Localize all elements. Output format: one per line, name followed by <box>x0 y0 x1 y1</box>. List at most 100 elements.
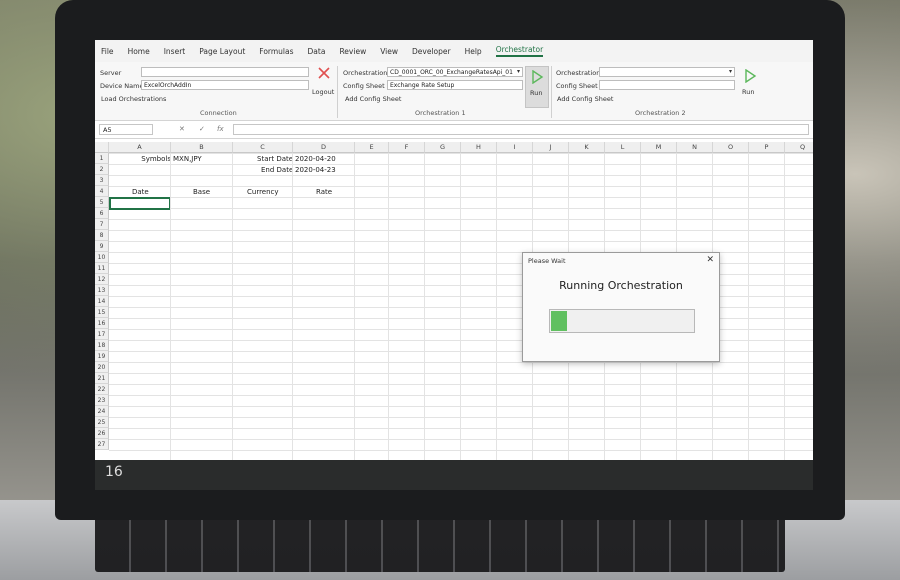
header-currency[interactable]: Currency <box>247 187 279 198</box>
column-gridline <box>460 153 461 460</box>
row-header-14[interactable]: 14 <box>95 296 109 307</box>
row-header-21[interactable]: 21 <box>95 373 109 384</box>
cell-d1-value[interactable]: 2020-04-20 <box>295 154 336 165</box>
column-header-l[interactable]: L <box>605 142 641 153</box>
select-all-corner[interactable] <box>95 142 109 153</box>
cell-c1-label[interactable]: Start Date <box>257 154 293 165</box>
tab-help[interactable]: Help <box>465 47 482 56</box>
row-header-27[interactable]: 27 <box>95 439 109 450</box>
background-window-strip: 16 <box>95 460 813 490</box>
row-header-16[interactable]: 16 <box>95 318 109 329</box>
cell-c2-label[interactable]: End Date <box>261 165 293 176</box>
please-wait-dialog: Please Wait ✕ Running Orchestration <box>522 252 720 362</box>
tab-home[interactable]: Home <box>128 47 150 56</box>
row-header-22[interactable]: 22 <box>95 384 109 395</box>
column-header-a[interactable]: A <box>109 142 171 153</box>
row-header-1[interactable]: 1 <box>95 153 109 164</box>
column-header-q[interactable]: Q <box>785 142 813 153</box>
tab-insert[interactable]: Insert <box>164 47 186 56</box>
column-header-j[interactable]: J <box>533 142 569 153</box>
close-icon[interactable]: ✕ <box>706 255 714 265</box>
row-header-26[interactable]: 26 <box>95 428 109 439</box>
row-header-4[interactable]: 4 <box>95 186 109 197</box>
column-header-b[interactable]: B <box>171 142 233 153</box>
run2-button[interactable]: Run <box>739 66 761 106</box>
tab-data[interactable]: Data <box>308 47 326 56</box>
row-header-24[interactable]: 24 <box>95 406 109 417</box>
column-header-f[interactable]: F <box>389 142 425 153</box>
tab-developer[interactable]: Developer <box>412 47 451 56</box>
row-header-23[interactable]: 23 <box>95 395 109 406</box>
device-name-input[interactable]: ExcelOrchAddIn <box>141 80 309 90</box>
config-sheet2-label: Config Sheet <box>556 82 598 90</box>
add-config-sheet2-button[interactable]: Add Config Sheet <box>557 95 613 103</box>
row-header-7[interactable]: 7 <box>95 219 109 230</box>
cell-d2-value[interactable]: 2020-04-23 <box>295 165 336 176</box>
column-header-i[interactable]: I <box>497 142 533 153</box>
row-header-5[interactable]: 5 <box>95 197 109 208</box>
column-header-k[interactable]: K <box>569 142 605 153</box>
run1-button[interactable]: Run <box>525 66 549 108</box>
config-sheet2-input[interactable] <box>599 80 735 90</box>
selected-cell-a5[interactable] <box>109 197 171 210</box>
column-header-m[interactable]: M <box>641 142 677 153</box>
column-header-o[interactable]: O <box>713 142 749 153</box>
header-base[interactable]: Base <box>193 187 210 198</box>
orchestration1-select[interactable]: CD_0001_ORC_00_ExchangeRatesApi_01 <box>387 67 523 77</box>
ribbon-tabs: File Home Insert Page Layout Formulas Data Rev… <box>95 40 813 62</box>
row-header-19[interactable]: 19 <box>95 351 109 362</box>
row-header-10[interactable]: 10 <box>95 252 109 263</box>
formula-input[interactable] <box>233 124 809 135</box>
cancel-icon[interactable]: ✕ <box>179 125 185 133</box>
server-input[interactable] <box>141 67 309 77</box>
tab-formulas[interactable]: Formulas <box>259 47 293 56</box>
close-x-icon <box>318 67 330 79</box>
row-header-8[interactable]: 8 <box>95 230 109 241</box>
row-header-11[interactable]: 11 <box>95 263 109 274</box>
tab-page-layout[interactable]: Page Layout <box>199 47 245 56</box>
enter-icon[interactable]: ✓ <box>199 125 205 133</box>
column-gridline <box>232 153 233 460</box>
tab-file[interactable]: File <box>101 47 114 56</box>
progress-bar <box>549 309 695 333</box>
row-header-3[interactable]: 3 <box>95 175 109 186</box>
row-header-12[interactable]: 12 <box>95 274 109 285</box>
header-rate[interactable]: Rate <box>316 187 332 198</box>
column-header-g[interactable]: G <box>425 142 461 153</box>
logout-label: Logout <box>312 88 335 96</box>
row-header-20[interactable]: 20 <box>95 362 109 373</box>
column-header-h[interactable]: H <box>461 142 497 153</box>
function-icon[interactable]: fx <box>217 125 224 133</box>
row-header-13[interactable]: 13 <box>95 285 109 296</box>
progress-fill <box>551 311 567 331</box>
orchestration1-group-label: Orchestration 1 <box>415 109 466 117</box>
row-header-6[interactable]: 6 <box>95 208 109 219</box>
cell-b1-label[interactable]: Symbols <box>139 154 171 165</box>
tab-orchestrator[interactable]: Orchestrator <box>495 45 544 57</box>
orchestration2-group-label: Orchestration 2 <box>635 109 686 117</box>
chevron-down-icon: ▾ <box>729 68 733 75</box>
column-header-p[interactable]: P <box>749 142 785 153</box>
device-name-label: Device Name <box>100 82 144 90</box>
column-header-e[interactable]: E <box>355 142 389 153</box>
load-orchestrations-button[interactable]: Load Orchestrations <box>101 95 166 103</box>
column-header-d[interactable]: D <box>293 142 355 153</box>
config-sheet1-label: Config Sheet <box>343 82 385 90</box>
row-header-18[interactable]: 18 <box>95 340 109 351</box>
run1-label: Run <box>530 89 543 97</box>
tab-view[interactable]: View <box>380 47 398 56</box>
config-sheet1-input[interactable]: Exchange Rate Setup <box>387 80 523 90</box>
row-header-17[interactable]: 17 <box>95 329 109 340</box>
row-header-15[interactable]: 15 <box>95 307 109 318</box>
column-header-c[interactable]: C <box>233 142 293 153</box>
row-header-9[interactable]: 9 <box>95 241 109 252</box>
tab-review[interactable]: Review <box>339 47 366 56</box>
cell-b1-value[interactable]: MXN,JPY <box>173 154 202 165</box>
orchestration2-select[interactable] <box>599 67 735 77</box>
add-config-sheet1-button[interactable]: Add Config Sheet <box>345 95 401 103</box>
row-header-25[interactable]: 25 <box>95 417 109 428</box>
column-header-n[interactable]: N <box>677 142 713 153</box>
row-header-2[interactable]: 2 <box>95 164 109 175</box>
dialog-title: Please Wait <box>528 257 566 265</box>
name-box[interactable]: A5 <box>99 124 153 135</box>
